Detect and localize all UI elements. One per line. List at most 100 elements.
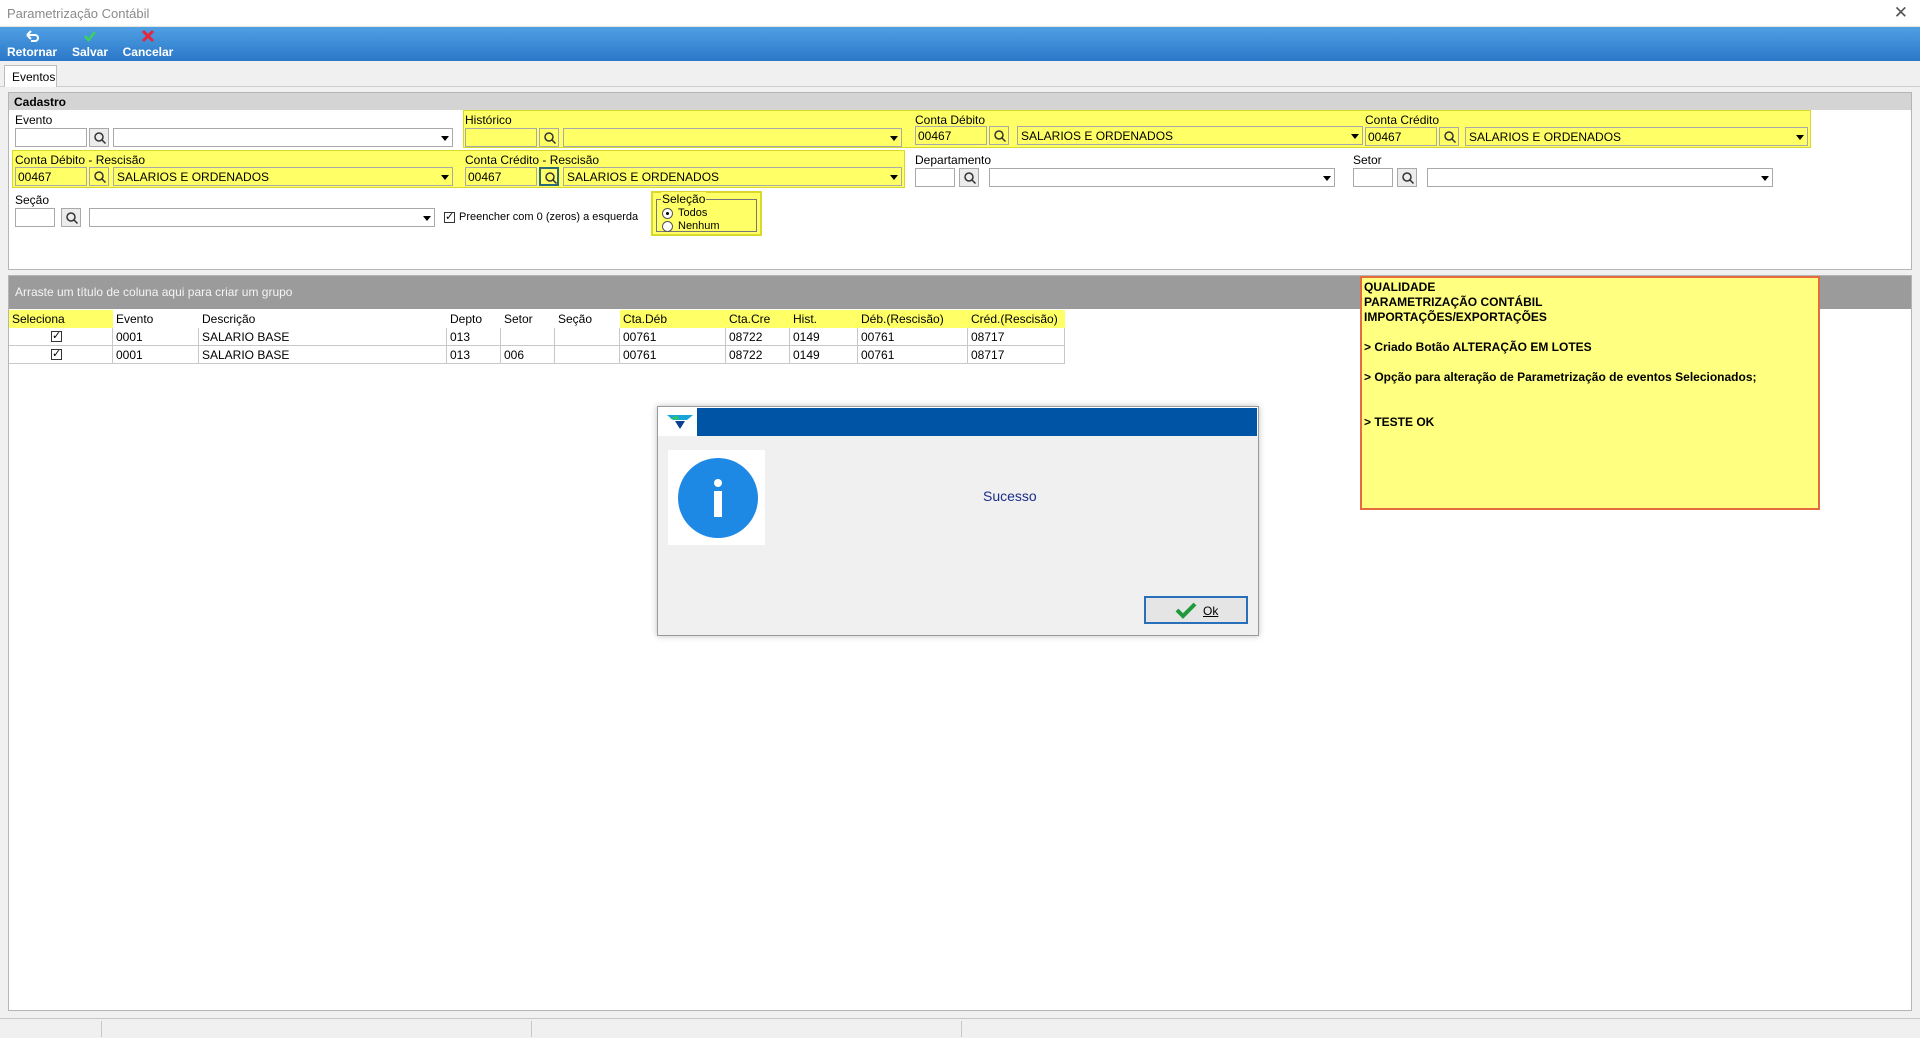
- historico-code-input[interactable]: [465, 128, 537, 147]
- col-header-evento[interactable]: Evento: [113, 310, 199, 328]
- col-header-secao[interactable]: Seção: [555, 310, 625, 328]
- conta-debito-search-button[interactable]: [989, 126, 1009, 145]
- evento-combo[interactable]: [113, 128, 453, 147]
- conta-credito-combo[interactable]: SALARIOS E ORDENADOS: [1465, 127, 1808, 146]
- note-line: IMPORTAÇÕES/EXPORTAÇÕES: [1364, 310, 1547, 324]
- conta-debito-rescisao-code-input[interactable]: 00467: [15, 167, 87, 186]
- check-icon: ✓: [52, 348, 62, 360]
- cell-depto[interactable]: 013: [447, 346, 501, 364]
- tab-eventos[interactable]: Eventos: [4, 65, 57, 87]
- search-icon: [1402, 172, 1415, 185]
- info-icon: [678, 458, 758, 538]
- conta-credito-rescisao-label: Conta Crédito - Rescisão: [465, 153, 600, 167]
- cell-cta-deb[interactable]: 00761: [620, 346, 726, 364]
- cell-seleciona[interactable]: ✓: [9, 328, 113, 346]
- conta-credito-rescisao-code-input[interactable]: 00467: [465, 167, 537, 186]
- cell-evento[interactable]: 0001: [113, 328, 199, 346]
- ok-button[interactable]: Ok: [1144, 596, 1248, 624]
- conta-credito-rescisao-combo[interactable]: SALARIOS E ORDENADOS: [563, 167, 902, 186]
- chevron-down-icon: [1323, 176, 1331, 181]
- col-header-depto[interactable]: Depto: [447, 310, 505, 328]
- cell-cta-cre[interactable]: 08722: [726, 346, 790, 364]
- departamento-search-button[interactable]: [959, 168, 979, 187]
- save-button[interactable]: Salvar: [70, 29, 110, 59]
- chevron-down-icon: [441, 136, 449, 141]
- cancel-label: Cancelar: [122, 45, 174, 59]
- cell-deb-rescisao[interactable]: 00761: [858, 328, 968, 346]
- info-icon-box: [668, 450, 765, 545]
- cell-seleciona[interactable]: ✓: [9, 346, 113, 364]
- col-header-setor[interactable]: Setor: [501, 310, 553, 328]
- conta-debito-code-input[interactable]: 00467: [915, 126, 987, 145]
- secao-search-button[interactable]: [61, 208, 81, 227]
- col-header-deb-rescisao[interactable]: Déb.(Rescisão): [858, 310, 968, 328]
- setor-code-input[interactable]: [1353, 168, 1393, 187]
- col-header-hist[interactable]: Hist.: [790, 310, 858, 328]
- qa-note: QUALIDADE PARAMETRIZAÇÃO CONTÁBIL IMPORT…: [1360, 276, 1820, 510]
- col-header-seleciona[interactable]: Seleciona: [9, 310, 113, 328]
- col-header-cta-cre[interactable]: Cta.Cre: [726, 310, 790, 328]
- check-icon: [70, 29, 110, 45]
- conta-debito-rescisao-search-button[interactable]: [89, 167, 109, 186]
- cell-hist[interactable]: 0149: [790, 328, 858, 346]
- conta-debito-combo[interactable]: SALARIOS E ORDENADOS: [1017, 126, 1363, 145]
- status-segment: [102, 1021, 532, 1037]
- historico-search-button[interactable]: [539, 128, 559, 147]
- selecao-title: Seleção: [661, 192, 707, 206]
- conta-credito-search-button[interactable]: [1439, 127, 1459, 146]
- radio-nenhum[interactable]: [662, 221, 673, 232]
- departamento-code-input[interactable]: [915, 168, 955, 187]
- cell-setor[interactable]: [501, 328, 555, 346]
- cell-secao[interactable]: [555, 328, 620, 346]
- search-icon: [545, 172, 558, 185]
- cell-hist[interactable]: 0149: [790, 346, 858, 364]
- radio-dot: [666, 212, 669, 215]
- note-line: > Criado Botão ALTERAÇÃO EM LOTES: [1364, 340, 1592, 354]
- departamento-combo[interactable]: [989, 168, 1335, 187]
- col-header-descricao[interactable]: Descrição: [199, 310, 447, 328]
- check-icon: ✓: [445, 211, 455, 223]
- col-header-cta-deb[interactable]: Cta.Déb: [620, 310, 726, 328]
- evento-code-input[interactable]: [15, 128, 87, 147]
- cadastro-header: Cadastro: [9, 93, 1911, 110]
- col-header-cred-rescisao[interactable]: Créd.(Rescisão): [968, 310, 1065, 328]
- cell-secao[interactable]: [555, 346, 620, 364]
- preencher-zeros-checkbox[interactable]: ✓: [444, 211, 455, 223]
- row-select-checkbox[interactable]: ✓: [51, 330, 62, 342]
- historico-combo[interactable]: [563, 128, 902, 147]
- back-button[interactable]: Retornar: [6, 29, 58, 59]
- search-icon: [94, 132, 107, 145]
- search-icon: [66, 212, 79, 225]
- x-icon: [122, 29, 174, 45]
- cell-evento[interactable]: 0001: [113, 346, 199, 364]
- selecao-groupbox: Seleção Todos Nenhum: [651, 191, 762, 236]
- conta-debito-label: Conta Débito: [915, 113, 986, 127]
- cell-cta-cre[interactable]: 08722: [726, 328, 790, 346]
- cancel-button[interactable]: Cancelar: [122, 29, 174, 59]
- radio-todos[interactable]: [662, 208, 673, 219]
- conta-credito-rescisao-search-button[interactable]: [539, 167, 559, 186]
- cell-cred-rescisao[interactable]: 08717: [968, 346, 1065, 364]
- dialog-title-bar: [697, 408, 1257, 436]
- conta-credito-code-input[interactable]: 00467: [1365, 127, 1437, 146]
- cell-descricao[interactable]: SALARIO BASE: [199, 328, 447, 346]
- cell-setor[interactable]: 006: [501, 346, 555, 364]
- tab-strip: Eventos: [0, 61, 1920, 87]
- cell-descricao[interactable]: SALARIO BASE: [199, 346, 447, 364]
- setor-search-button[interactable]: [1397, 168, 1417, 187]
- close-icon[interactable]: ✕: [1894, 3, 1908, 23]
- setor-combo[interactable]: [1427, 168, 1773, 187]
- cell-cta-deb[interactable]: 00761: [620, 328, 726, 346]
- secao-code-input[interactable]: [15, 208, 55, 227]
- chevron-down-icon: [890, 136, 898, 141]
- row-select-checkbox[interactable]: ✓: [51, 348, 62, 360]
- chevron-down-icon: [1351, 134, 1359, 139]
- secao-combo[interactable]: [89, 208, 435, 227]
- evento-search-button[interactable]: [89, 128, 109, 147]
- conta-debito-rescisao-combo[interactable]: SALARIOS E ORDENADOS: [113, 167, 453, 186]
- note-line: PARAMETRIZAÇÃO CONTÁBIL: [1364, 295, 1543, 309]
- cell-deb-rescisao[interactable]: 00761: [858, 346, 968, 364]
- cell-cred-rescisao[interactable]: 08717: [968, 328, 1065, 346]
- cell-depto[interactable]: 013: [447, 328, 501, 346]
- status-segment: [0, 1021, 102, 1037]
